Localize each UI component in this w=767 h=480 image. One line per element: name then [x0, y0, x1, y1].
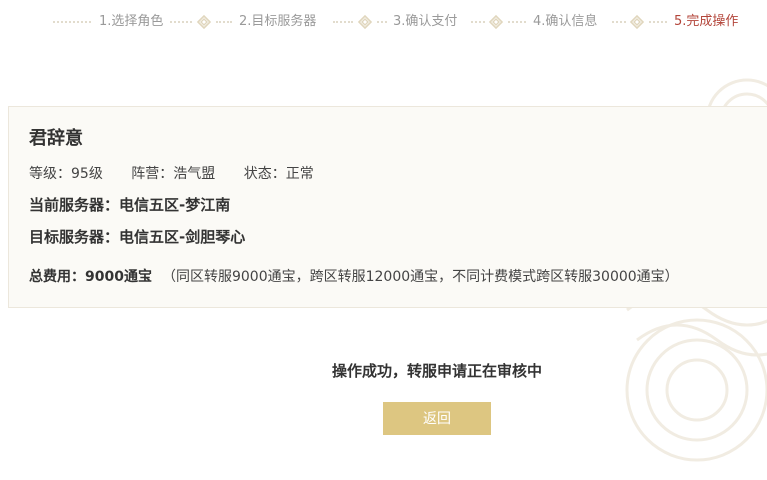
target-server-value: 电信五区-剑胆琴心	[119, 228, 246, 246]
step-3: 3.确认支付	[393, 14, 458, 29]
knot-ornament-icon	[196, 14, 212, 30]
current-server-label: 当前服务器：	[29, 196, 120, 214]
character-name: 君辞意	[29, 128, 83, 149]
fee-note: （同区转服9000通宝，跨区转服12000通宝，不同计费模式跨区转服30000通…	[161, 269, 679, 285]
current-server-row: 当前服务器：电信五区-梦江南	[29, 195, 230, 215]
character-level: 等级：95级	[29, 166, 103, 182]
step-1: 1.选择角色	[99, 14, 164, 29]
target-server-label: 目标服务器：	[29, 228, 120, 246]
character-faction: 阵营：浩气盟	[131, 166, 216, 182]
knot-ornament-icon	[488, 14, 504, 30]
back-button[interactable]: 返回	[383, 402, 491, 435]
success-message: 操作成功，转服申请正在审核中	[331, 362, 542, 380]
character-meta: 等级：95级 阵营：浩气盟 状态：正常	[29, 164, 338, 184]
target-server-row: 目标服务器：电信五区-剑胆琴心	[29, 227, 245, 247]
step-connector	[377, 21, 387, 25]
step-connector	[333, 21, 353, 25]
current-server-value: 电信五区-梦江南	[119, 196, 231, 214]
step-4: 4.确认信息	[533, 14, 598, 29]
knot-ornament-icon	[629, 14, 645, 30]
character-status: 状态：正常	[243, 166, 314, 182]
step-2: 2.目标服务器	[239, 14, 317, 29]
character-info-card: 君辞意 等级：95级 阵营：浩气盟 状态：正常 当前服务器：电信五区-梦江南 目…	[8, 106, 767, 308]
total-fee-row: 总费用：9000通宝 （同区转服9000通宝，跨区转服12000通宝，不同计费模式…	[29, 267, 679, 287]
step-connector	[216, 21, 232, 25]
step-connector	[508, 21, 526, 25]
step-connector	[649, 21, 667, 25]
step-connector	[53, 21, 91, 25]
knot-ornament-icon	[357, 14, 373, 30]
step-connector	[170, 21, 192, 25]
step-connector	[612, 21, 626, 25]
total-fee-label: 总费用：	[29, 269, 85, 285]
total-fee-amount: 9000通宝	[85, 269, 152, 285]
step-connector	[471, 21, 485, 25]
progress-steps: 1.选择角色 2.目标服务器 3.确认支付 4.确认信息 5.完成操作	[0, 0, 767, 44]
step-5-active: 5.完成操作	[674, 14, 739, 29]
